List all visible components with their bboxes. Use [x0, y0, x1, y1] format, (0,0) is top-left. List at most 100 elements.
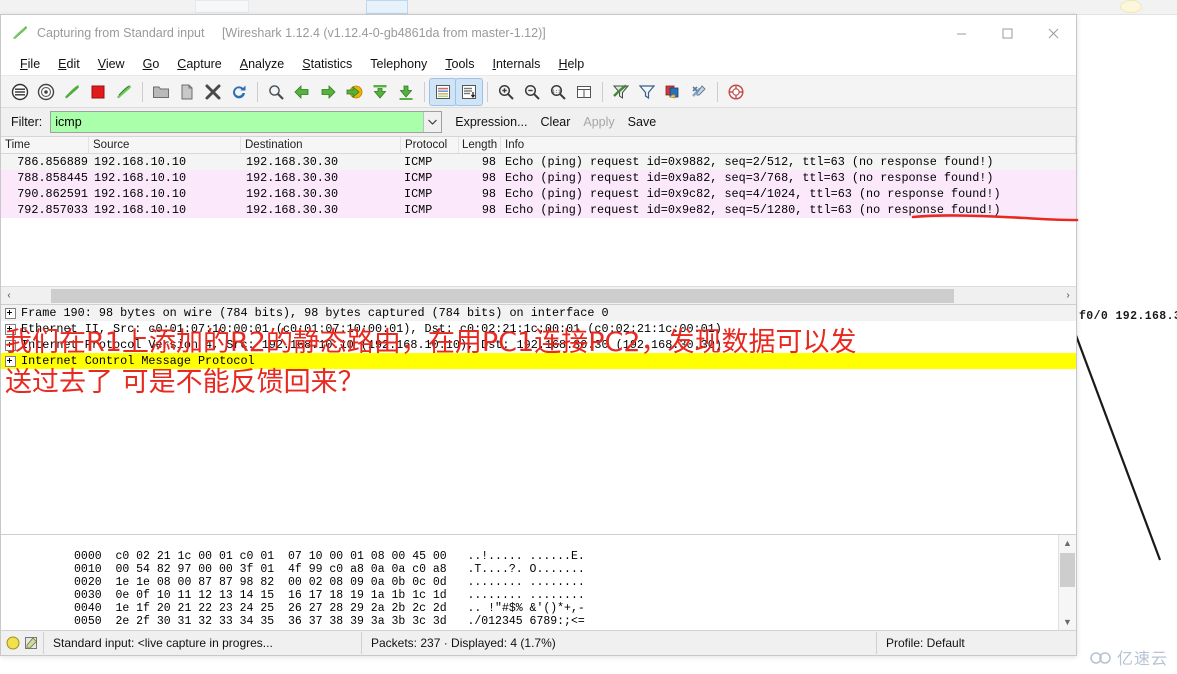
minimize-button[interactable] [938, 15, 984, 51]
go-first-packet-icon[interactable] [367, 79, 393, 105]
scroll-right-arrow-icon[interactable]: › [1060, 288, 1076, 304]
help-icon[interactable] [723, 79, 749, 105]
scrollbar-thumb[interactable] [51, 288, 954, 303]
coloring-rules-glyph [665, 85, 679, 98]
table-row[interactable]: 788.858445 192.168.10.10 192.168.30.30 I… [1, 170, 1076, 186]
go-to-packet-icon[interactable] [341, 79, 367, 105]
coloring-rules-icon[interactable] [660, 79, 686, 105]
menu-label: ile [27, 56, 41, 71]
column-header-protocol[interactable]: Protocol [401, 137, 459, 153]
detail-row-frame[interactable]: Frame 190: 98 bytes on wire (784 bits), … [1, 305, 1076, 321]
zoom-reset-icon[interactable]: 1:1 [545, 79, 571, 105]
restart-capture-icon[interactable] [111, 79, 137, 105]
column-header-time[interactable]: Time [1, 137, 89, 153]
capture-filters-icon[interactable] [608, 79, 634, 105]
close-button[interactable] [1030, 15, 1076, 51]
resize-columns-glyph [577, 85, 591, 98]
start-capture-icon[interactable] [59, 79, 85, 105]
menu-item-file[interactable]: File [11, 54, 49, 74]
hex-dump-body[interactable]: 0000 c0 02 21 1c 00 01 c0 01 07 10 00 01… [1, 535, 1058, 630]
stop-capture-icon[interactable] [85, 79, 111, 105]
reload-icon[interactable] [226, 79, 252, 105]
hex-bytes-left: c0 02 21 1c 00 01 c0 01 [115, 550, 275, 563]
status-packet-counts: Packets: 237 · Displayed: 4 (1.7%) [361, 632, 876, 654]
hex-bytes-left: 2e 2f 30 31 32 33 34 35 [115, 615, 275, 628]
hex-offset: 0020 [74, 576, 102, 589]
packet-details-pane: Frame 190: 98 bytes on wire (784 bits), … [1, 305, 1076, 535]
filter-clear-button[interactable]: Clear [541, 115, 571, 129]
menu-item-view[interactable]: View [89, 54, 134, 74]
scroll-up-arrow-icon[interactable]: ▲ [1063, 535, 1072, 551]
status-profile[interactable]: Profile: Default [876, 632, 1076, 654]
open-file-icon[interactable] [148, 79, 174, 105]
scrollbar-thumb[interactable] [1060, 553, 1075, 587]
help-glyph [728, 83, 744, 100]
column-header-info[interactable]: Info [501, 137, 1076, 153]
save-file-icon[interactable] [174, 79, 200, 105]
menu-item-help[interactable]: Help [549, 54, 593, 74]
column-header-source[interactable]: Source [89, 137, 241, 153]
menu-item-edit[interactable]: Edit [49, 54, 89, 74]
start-capture-glyph [65, 84, 79, 98]
cell-protocol: ICMP [404, 171, 433, 185]
wireshark-logo-icon [13, 26, 27, 39]
filter-dropdown-button[interactable] [423, 112, 442, 132]
hex-offset: 0040 [74, 602, 102, 615]
zoom-out-icon[interactable] [519, 79, 545, 105]
zoom-in-icon[interactable] [493, 79, 519, 105]
packet-list-body: 786.856889 192.168.10.10 192.168.30.30 I… [1, 154, 1076, 304]
column-header-destination[interactable]: Destination [241, 137, 401, 153]
hex-offset: 0030 [74, 589, 102, 602]
menu-item-statistics[interactable]: Statistics [293, 54, 361, 74]
packet-list-horizontal-scrollbar[interactable]: ‹ › [1, 286, 1076, 304]
go-last-packet-icon[interactable] [393, 79, 419, 105]
table-row[interactable]: 790.862591 192.168.10.10 192.168.30.30 I… [1, 186, 1076, 202]
hex-vertical-scrollbar[interactable]: ▲ ▼ [1058, 535, 1076, 630]
menu-item-go[interactable]: Go [134, 54, 169, 74]
find-packet-icon[interactable] [263, 79, 289, 105]
auto-scroll-icon[interactable] [455, 77, 483, 106]
packet-bytes-pane: 0000 c0 02 21 1c 00 01 c0 01 07 10 00 01… [1, 535, 1076, 630]
open-file-glyph [153, 86, 169, 98]
filter-combobox[interactable] [50, 111, 443, 133]
column-header-length[interactable]: Length [459, 137, 501, 153]
filter-expression-button[interactable]: Expression... [455, 115, 527, 129]
menu-mnemonic: V [97, 56, 106, 71]
scrollbar-track[interactable] [17, 287, 1060, 304]
expand-icon[interactable] [5, 307, 16, 319]
filter-apply-button[interactable]: Apply [583, 115, 614, 129]
cloud-icon [1090, 651, 1111, 664]
capture-options-icon[interactable] [33, 79, 59, 105]
display-filters-icon[interactable] [634, 79, 660, 105]
menu-label: o [152, 56, 160, 71]
table-row[interactable]: 786.856889 192.168.10.10 192.168.30.30 I… [1, 154, 1076, 170]
title-bar[interactable]: Capturing from Standard input [Wireshark… [1, 15, 1076, 52]
expert-info-icon[interactable] [24, 636, 38, 650]
table-row[interactable]: 792.857033 192.168.10.10 192.168.30.30 I… [1, 202, 1076, 218]
menu-item-capture[interactable]: Capture [168, 54, 230, 74]
go-back-icon[interactable] [289, 79, 315, 105]
interfaces-icon[interactable] [7, 79, 33, 105]
preferences-icon[interactable] [686, 79, 712, 105]
hex-offset: 0010 [74, 563, 102, 576]
toolbar-separator [717, 81, 718, 102]
resize-columns-icon[interactable] [571, 79, 597, 105]
menu-item-tools[interactable]: Tools [436, 54, 483, 74]
scroll-down-arrow-icon[interactable]: ▼ [1063, 614, 1072, 630]
hex-ascii: .T....?. O....... [467, 563, 585, 576]
menu-item-telephony[interactable]: Telephony [361, 54, 436, 74]
go-forward-icon[interactable] [315, 79, 341, 105]
colorize-icon[interactable] [429, 77, 457, 106]
capture-status-icon[interactable] [6, 636, 20, 650]
scroll-left-arrow-icon[interactable]: ‹ [1, 288, 17, 304]
cell-destination: 192.168.30.30 [246, 171, 339, 185]
menu-item-analyze[interactable]: Analyze [231, 54, 293, 74]
cell-time: 786.856889 [17, 155, 88, 169]
menu-item-internals[interactable]: Internals [483, 54, 549, 74]
filter-input[interactable] [51, 112, 424, 132]
hex-ascii: ........ ........ [467, 589, 585, 602]
scrollbar-track[interactable] [1059, 551, 1076, 614]
close-file-icon[interactable] [200, 79, 226, 105]
filter-save-button[interactable]: Save [628, 115, 657, 129]
maximize-button[interactable] [984, 15, 1030, 51]
